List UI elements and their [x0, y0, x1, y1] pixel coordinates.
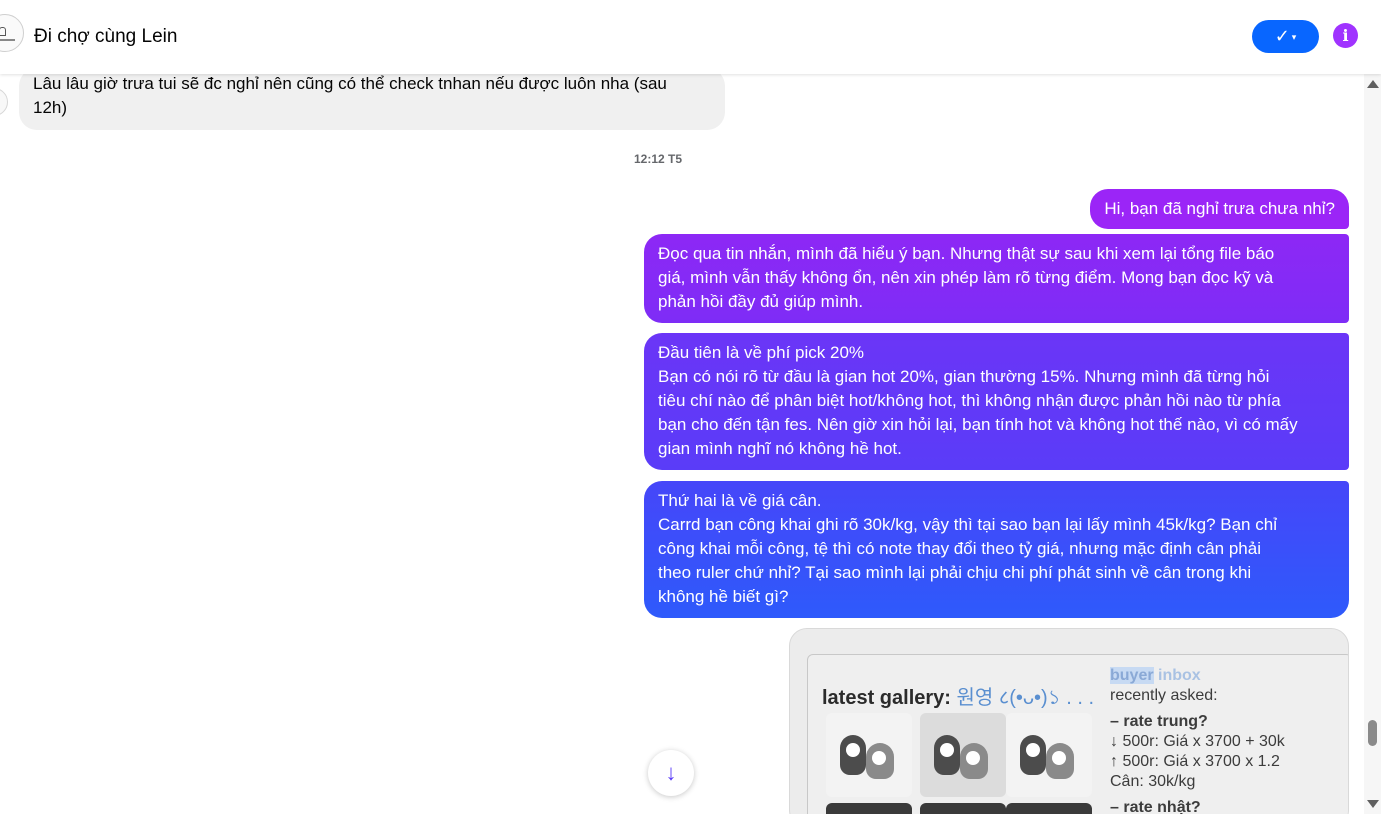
message-line: Hi, bạn đã nghỉ trưa chưa nhỉ? [1104, 199, 1335, 218]
chevron-down-icon: ▾ [1291, 32, 1297, 42]
message-line: gian mình nghĩ nó không hề hot. [658, 439, 902, 458]
message-line: Đọc qua tin nhắn, mình đã hiểu ý bạn. Nh… [658, 244, 1275, 263]
check-icon: ✓ [1274, 26, 1290, 46]
outgoing-message[interactable]: Thứ hai là về giá cân. Carrd bạn công kh… [644, 481, 1349, 618]
conversation-avatar[interactable] [0, 14, 24, 52]
outgoing-message[interactable]: Đọc qua tin nhắn, mình đã hiểu ý bạn. Nh… [644, 234, 1349, 323]
message-line: bạn cho đến tận fes. Nên giờ xin hỏi lại… [658, 415, 1298, 434]
conversation-title[interactable]: Đi chợ cùng Lein [34, 26, 177, 48]
image-attachment[interactable]: latest gallery: 원영 ८(•ᴗ•)১ . . . buyer i… [789, 628, 1349, 814]
scrollbar-thumb[interactable] [1368, 720, 1377, 746]
outgoing-message[interactable]: Hi, bạn đã nghỉ trưa chưa nhỉ? [1090, 189, 1349, 229]
info-icon[interactable]: i [1333, 23, 1358, 48]
message-line: 12h) [33, 98, 68, 117]
sender-avatar[interactable] [0, 88, 8, 116]
scroll-up-arrow[interactable] [1367, 80, 1379, 88]
outgoing-message[interactable]: Đầu tiên là về phí pick 20% Bạn có nói r… [644, 333, 1349, 470]
inbox-text: recently asked: – rate trung? ↓ 500r: Gi… [1110, 687, 1285, 814]
message-line: Lâu lâu giờ trưa tui sẽ đc nghỉ nên cũng… [33, 74, 667, 93]
message-line: theo ruler chứ nhỉ? Tại sao mình lại phả… [658, 563, 1252, 582]
read-status-button[interactable]: ✓ ▾ [1252, 20, 1319, 53]
message-line: Bạn có nói rõ từ đầu là gian hot 20%, gi… [658, 367, 1270, 386]
message-thread[interactable]: Lâu lâu giờ trưa tui sẽ đc nghỉ nên cũng… [0, 74, 1364, 814]
thumbnail [920, 803, 1006, 814]
message-line: công khai mỗi công, tệ thì có note thay … [658, 539, 1261, 558]
inbox-heading: buyer inbox [1110, 667, 1201, 684]
penguin-thumbnail [1006, 713, 1092, 797]
scroll-down-arrow[interactable] [1367, 800, 1379, 808]
message-line: Đầu tiên là về phí pick 20% [658, 343, 865, 362]
message-line: tiêu chí nào để phân biệt hot/không hot,… [658, 391, 1281, 410]
chat-header: Đi chợ cùng Lein ✓ ▾ i [0, 0, 1381, 74]
message-line: phản hồi đầy đủ giúp mình. [658, 292, 864, 311]
gallery-title: latest gallery: 원영 ८(•ᴗ•)১ . . . [822, 687, 1095, 709]
message-line: Carrd bạn công khai ghi rõ 30k/kg, vậy t… [658, 515, 1277, 534]
gallery-subtitle: 원영 ८(•ᴗ•)১ . . . [956, 687, 1095, 709]
scroll-to-bottom-button[interactable]: ↓ [648, 750, 694, 796]
penguin-thumbnail [826, 713, 912, 797]
message-line: không hề biết gì? [658, 587, 789, 606]
penguin-thumbnail [920, 713, 1006, 797]
scrollbar[interactable] [1364, 74, 1381, 814]
message-line: giá, mình vẫn thấy không ổn, nên xin phé… [658, 268, 1274, 287]
thumbnail [826, 803, 912, 814]
thumbnail [1006, 803, 1092, 814]
arrow-down-icon: ↓ [665, 760, 677, 785]
incoming-message[interactable]: Lâu lâu giờ trưa tui sẽ đc nghỉ nên cũng… [19, 74, 725, 130]
message-timestamp: 12:12 T5 [634, 152, 683, 166]
message-line: Thứ hai là về giá cân. [658, 491, 822, 510]
screenshot-image: latest gallery: 원영 ८(•ᴗ•)১ . . . buyer i… [807, 654, 1348, 814]
